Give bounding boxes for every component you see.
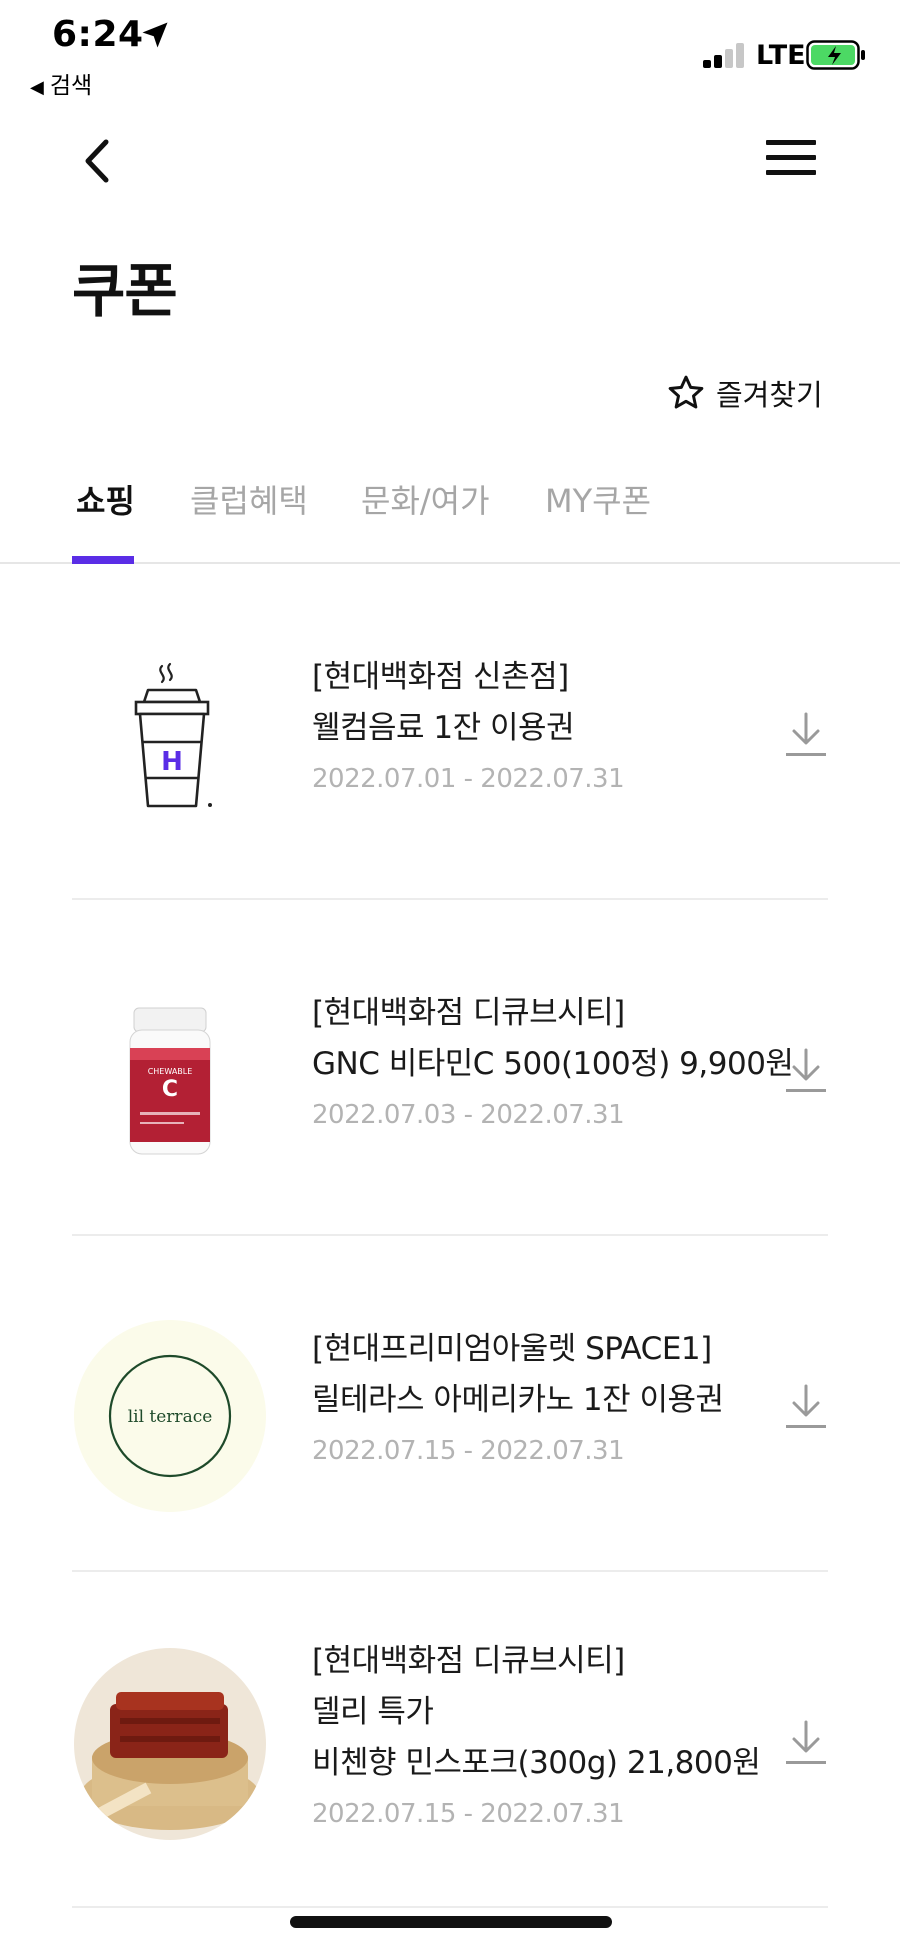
back-to-app[interactable]: ◀ 검색 <box>30 66 92 100</box>
star-outline-icon <box>668 375 704 409</box>
status-time: 6:24 <box>52 14 144 55</box>
download-icon[interactable] <box>784 1718 828 1768</box>
coupon-store: [현대백화점 신촌점] <box>312 659 569 695</box>
tab-club-benefits[interactable]: 클럽혜택 <box>190 476 308 522</box>
category-tabs: 쇼핑 클럽혜택 문화/여가 MY쿠폰 <box>0 458 900 564</box>
coupon-title: GNC 비타민C 500(100정) 9,900원 <box>312 1046 794 1082</box>
download-icon[interactable] <box>784 1382 828 1432</box>
coupon-texts: [현대백화점 신촌점] 웰컴음료 1잔 이용권 2022.07.01 - 202… <box>312 652 722 794</box>
svg-text:CHEWABLE: CHEWABLE <box>148 1067 193 1076</box>
coupon-title: 웰컴음료 1잔 이용권 <box>312 710 575 746</box>
coupon-period: 2022.07.01 - 2022.07.31 <box>312 764 625 794</box>
back-triangle-icon: ◀ <box>30 77 44 98</box>
coupon-title: 델리 특가 <box>312 1694 434 1730</box>
coupon-store: [현대백화점 디큐브시티] <box>312 1643 625 1679</box>
coupon-store: [현대프리미엄아울렛 SPACE1] <box>312 1331 712 1367</box>
favorite-label: 즐겨찾기 <box>716 378 823 412</box>
page-title: 쿠폰 <box>72 257 178 325</box>
lil-terrace-logo: lil terrace <box>74 1320 266 1512</box>
tab-culture-leisure[interactable]: 문화/여가 <box>361 476 490 522</box>
coupon-subtitle: 비첸향 민스포크(300g) 21,800원 <box>312 1745 761 1781</box>
tab-shopping[interactable]: 쇼핑 <box>76 476 135 522</box>
active-tab-indicator <box>72 556 134 564</box>
coupon-item[interactable]: lil terrace [현대프리미엄아울렛 SPACE1] 릴테라스 아메리카… <box>72 1236 828 1572</box>
coupon-title: 릴테라스 아메리카노 1잔 이용권 <box>312 1382 724 1418</box>
coupon-thumb-letter: H <box>161 747 183 777</box>
hamburger-menu-icon[interactable] <box>766 140 816 176</box>
coupon-thumb-letter: C <box>162 1077 178 1102</box>
coupon-item[interactable]: H [현대백화점 신촌점] 웰컴음료 1잔 이용권 2022.07.01 - 2… <box>72 564 828 900</box>
coupon-item[interactable]: [현대백화점 디큐브시티] 델리 특가 비첸향 민스포크(300g) 21,80… <box>72 1572 828 1908</box>
jerky-photo <box>74 1648 266 1840</box>
coffee-cup-icon: H <box>134 662 212 808</box>
coupon-texts: [현대백화점 디큐브시티] GNC 비타민C 500(100정) 9,900원 … <box>312 988 794 1130</box>
network-type: LTE <box>756 40 806 71</box>
status-bar: 6:24 ◀ 검색 LTE <box>0 0 900 100</box>
coupon-thumb-letter: lil terrace <box>128 1407 213 1427</box>
location-arrow-icon <box>142 22 168 48</box>
back-app-label: 검색 <box>49 73 93 99</box>
coupon-store: [현대백화점 디큐브시티] <box>312 995 625 1031</box>
back-chevron-icon[interactable] <box>80 138 120 184</box>
favorite-button[interactable]: 즐겨찾기 <box>666 372 823 414</box>
coupon-period: 2022.07.15 - 2022.07.31 <box>312 1436 625 1466</box>
tab-my-coupons[interactable]: MY쿠폰 <box>545 476 651 522</box>
vitamin-bottle-icon: CHEWABLE C <box>129 1007 211 1155</box>
home-indicator[interactable] <box>290 1916 612 1928</box>
coupon-texts: [현대백화점 디큐브시티] 델리 특가 비첸향 민스포크(300g) 21,80… <box>312 1636 761 1829</box>
download-icon[interactable] <box>784 710 828 760</box>
download-icon[interactable] <box>784 1046 828 1096</box>
battery-icon <box>806 40 865 70</box>
signal-icon <box>703 42 749 68</box>
coupon-period: 2022.07.15 - 2022.07.31 <box>312 1799 625 1829</box>
coupon-period: 2022.07.03 - 2022.07.31 <box>312 1100 625 1130</box>
coupon-item[interactable]: CHEWABLE C [현대백화점 디큐브시티] GNC 비타민C 500(10… <box>72 900 828 1236</box>
coupon-texts: [현대프리미엄아울렛 SPACE1] 릴테라스 아메리카노 1잔 이용권 202… <box>312 1324 724 1466</box>
